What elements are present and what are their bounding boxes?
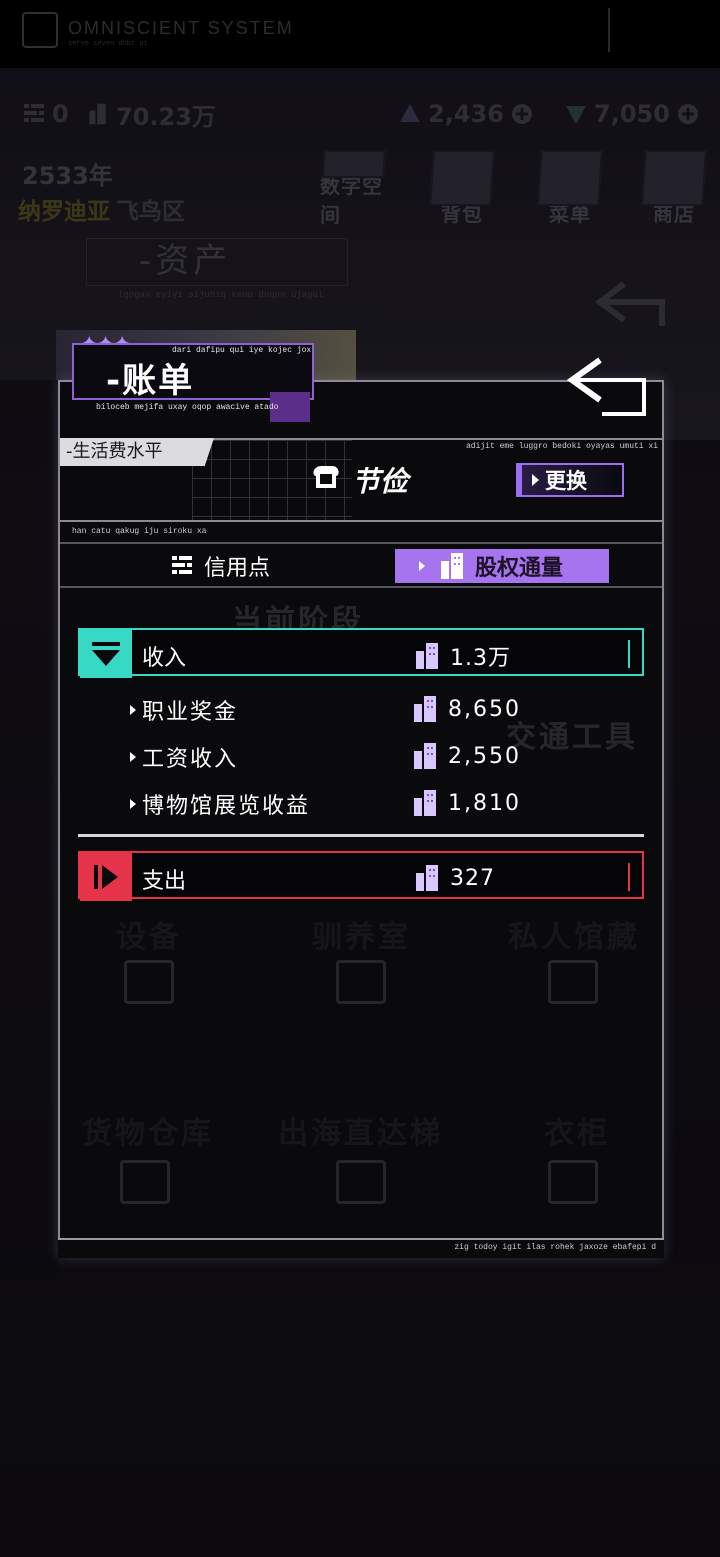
collapse-down-icon (80, 630, 132, 678)
income-item-label: 职业奖金 (130, 694, 238, 726)
bg-collection-label-ghost: 私人馆藏 (508, 920, 640, 955)
expense-value: 327 (450, 865, 495, 891)
income-item-text: 职业奖金 (142, 700, 239, 725)
bullet-triangle-icon (130, 799, 136, 809)
system-subtitle: serve seven dobt ut (68, 40, 148, 48)
bread-icon (313, 466, 339, 488)
back-arrow-icon[interactable] (566, 354, 650, 420)
income-end-bar (628, 640, 630, 668)
living-standard-label: -生活费水平 (60, 438, 214, 466)
bg-device-label-ghost: 设备 (116, 920, 182, 955)
equity-icon (414, 743, 436, 769)
header-caption-top: dari dafipu qui iye kojec jox (172, 346, 312, 355)
income-item-text: 博物馆展览收益 (142, 794, 311, 819)
museum-icon (548, 960, 598, 1004)
income-item: 职业奖金 8,650 (130, 694, 630, 726)
income-label: 收入 (142, 646, 187, 671)
system-status-bar: OMNISCIENT SYSTEM serve seven dobt ut (0, 0, 720, 68)
income-item-amount: 1,810 (412, 788, 521, 818)
income-item-value: 2,550 (448, 743, 521, 769)
house-icon (336, 960, 386, 1004)
income-item-label: 博物馆展览收益 (130, 788, 310, 820)
bg-wardrobe-label-ghost: 衣柜 (544, 1116, 610, 1151)
status-indicators (608, 8, 700, 52)
income-item-amount: 2,550 (412, 741, 521, 771)
income-divider (78, 834, 644, 837)
income-item-value: 8,650 (448, 696, 521, 722)
wardrobe-icon (548, 1160, 598, 1204)
bullet-triangle-icon (130, 705, 136, 715)
section-caption: han catu qakug iju siroku xa (72, 527, 207, 536)
equity-icon (416, 643, 438, 669)
income-value: 1.3万 (450, 646, 511, 671)
change-living-standard-button[interactable]: 更换 (516, 463, 624, 497)
warehouse-icon (120, 1160, 170, 1204)
income-total: 1.3万 (414, 640, 511, 672)
equity-icon (414, 696, 436, 722)
bullet-triangle-icon (130, 752, 136, 762)
device-icon (124, 960, 174, 1004)
bg-warehouse-label-ghost: 货物仓库 (82, 1116, 214, 1151)
income-item-text: 工资收入 (142, 747, 239, 772)
bill-title: -账单 (106, 361, 195, 401)
tab-credit[interactable]: 信用点 (170, 550, 270, 582)
living-standard-caption: adijit eme luggro bedoki oyayas umuti xi (465, 442, 658, 451)
income-row[interactable]: 收入 1.3万 (78, 628, 644, 678)
tab-equity-label: 股权通量 (475, 556, 564, 581)
expense-total: 327 (414, 863, 495, 893)
change-button-label: 更换 (545, 469, 587, 493)
expense-label: 支出 (142, 869, 187, 894)
footer-caption: zig todoy igit ilas rohek jaxoze ebafepi… (454, 1243, 656, 1252)
play-triangle-icon (532, 474, 539, 486)
elevator-icon (336, 1160, 386, 1204)
income-item-amount: 8,650 (412, 694, 521, 724)
change-button-accent (516, 463, 522, 497)
expand-right-icon (80, 853, 132, 901)
bg-elevator-label-ghost: 出海直达梯 (278, 1116, 443, 1151)
system-title: OMNISCIENT SYSTEM (68, 18, 294, 38)
tab-credit-label: 信用点 (204, 556, 271, 581)
system-logo-icon (22, 12, 58, 48)
income-item: 博物馆展览收益 1,810 (130, 788, 630, 820)
income-item-value: 1,810 (448, 790, 521, 816)
expense-row[interactable]: 支出 327 (78, 851, 644, 901)
equity-icon (416, 865, 438, 891)
tab-equity-flux[interactable]: 股权通量 (395, 549, 609, 583)
play-triangle-icon (419, 561, 425, 571)
expense-end-bar (628, 863, 630, 891)
equity-icon (414, 790, 436, 816)
bg-training-label-ghost: 驯养室 (312, 920, 411, 955)
income-item-label: 工资收入 (130, 741, 238, 773)
income-item: 工资收入 2,550 (130, 741, 630, 773)
living-standard-value: 节俭 (352, 465, 409, 498)
credit-icon (172, 556, 192, 574)
panel-footer: zig todoy igit ilas rohek jaxoze ebafepi… (58, 1238, 664, 1258)
equity-icon (441, 553, 463, 579)
header-caption-bottom: biloceb mejifa uxay oqop awacive atado (96, 403, 279, 412)
